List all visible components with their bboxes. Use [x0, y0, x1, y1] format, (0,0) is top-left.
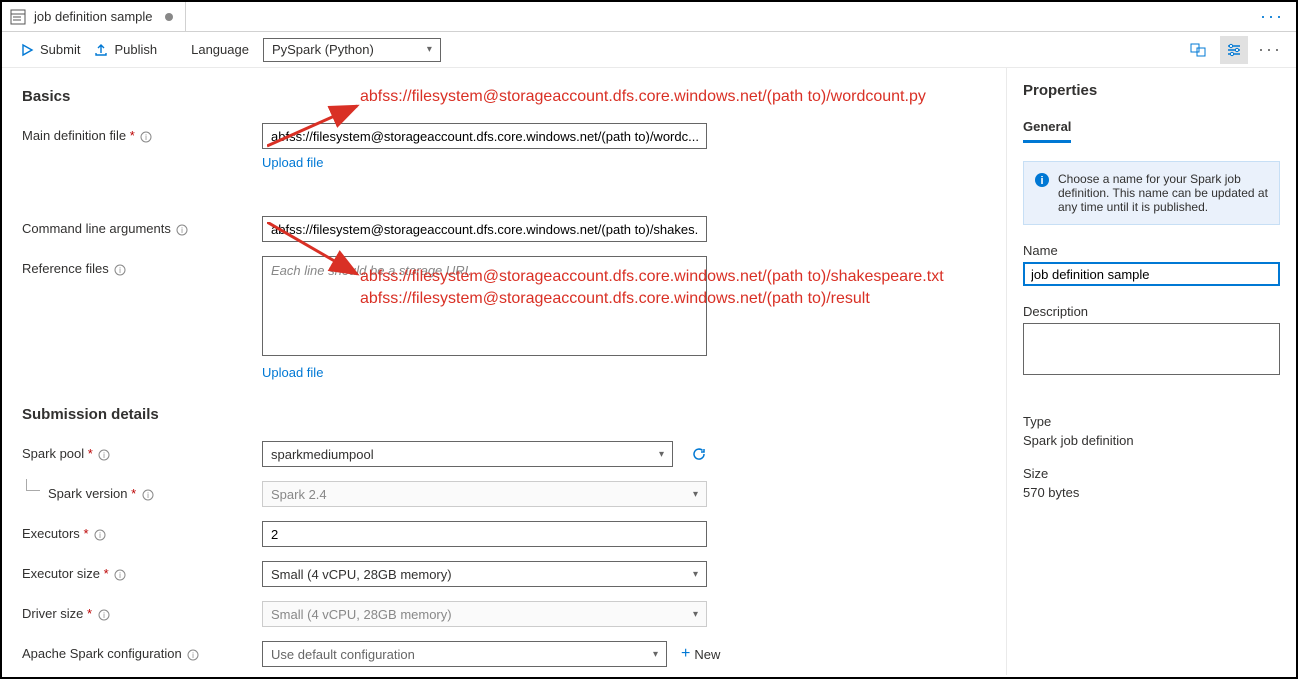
settings-icon — [1226, 42, 1242, 58]
main-definition-file-input[interactable] — [262, 123, 707, 149]
executor-size-select[interactable]: Small (4 vCPU, 28GB memory) ▾ — [262, 561, 707, 587]
more-icon: ··· — [1258, 39, 1282, 60]
related-button[interactable] — [1184, 36, 1212, 64]
info-icon: i — [1034, 172, 1050, 191]
chevron-down-icon: ▾ — [693, 489, 698, 500]
refresh-icon — [691, 446, 707, 462]
cli-arguments-input[interactable] — [262, 216, 707, 242]
svg-text:i: i — [99, 531, 101, 540]
info-icon[interactable]: i — [176, 224, 188, 236]
info-icon[interactable]: i — [140, 131, 152, 143]
publish-button[interactable]: Publish — [94, 42, 157, 57]
svg-text:i: i — [119, 266, 121, 275]
prop-type-value: Spark job definition — [1023, 433, 1280, 448]
publish-icon — [94, 43, 108, 57]
svg-text:i: i — [145, 133, 147, 142]
info-icon[interactable]: i — [98, 449, 110, 461]
properties-toggle-button[interactable] — [1220, 36, 1248, 64]
info-icon[interactable]: i — [94, 529, 106, 541]
cli-arguments-label: Command line arguments i — [22, 216, 262, 236]
tab-title: job definition sample — [34, 9, 153, 24]
prop-description-textarea[interactable] — [1023, 323, 1280, 375]
prop-size-value: 570 bytes — [1023, 485, 1280, 500]
spark-pool-label: Spark pool * i — [22, 441, 262, 461]
svg-text:i: i — [104, 451, 106, 460]
related-icon — [1190, 42, 1206, 58]
language-label: Language — [191, 42, 249, 57]
refresh-pool-button[interactable] — [691, 446, 707, 462]
driver-size-label: Driver size * i — [22, 601, 262, 621]
properties-panel: Properties General i Choose a name for y… — [1006, 68, 1296, 675]
plus-icon: + — [681, 648, 690, 660]
info-icon[interactable]: i — [114, 569, 126, 581]
svg-text:i: i — [1040, 175, 1043, 187]
chevron-down-icon: ▾ — [693, 609, 698, 620]
chevron-down-icon: ▾ — [427, 44, 432, 55]
prop-size-label: Size — [1023, 466, 1280, 481]
info-icon[interactable]: i — [187, 649, 199, 661]
titlebar: job definition sample ··· — [2, 2, 1296, 32]
prop-name-input[interactable] — [1023, 262, 1280, 286]
reference-files-label: Reference files i — [22, 256, 262, 276]
executor-size-label: Executor size * i — [22, 561, 262, 581]
tab-general[interactable]: General — [1023, 119, 1071, 143]
spark-version-label: Spark version * i — [22, 481, 262, 501]
more-options-button[interactable]: ··· — [1256, 36, 1284, 64]
main-form: abfss://filesystem@storageaccount.dfs.co… — [2, 68, 1006, 675]
unsaved-indicator-icon — [165, 13, 173, 21]
upload-main-file-link[interactable]: Upload file — [262, 155, 323, 170]
section-submission-title: Submission details — [22, 406, 986, 423]
svg-text:i: i — [119, 571, 121, 580]
svg-text:i: i — [103, 611, 105, 620]
info-callout: i Choose a name for your Spark job defin… — [1023, 161, 1280, 225]
executors-label: Executors * i — [22, 521, 262, 541]
main-definition-file-label: Main definition file * i — [22, 123, 262, 143]
spark-config-select[interactable]: Use default configuration ▾ — [262, 641, 667, 667]
chevron-down-icon: ▾ — [693, 569, 698, 580]
prop-description-label: Description — [1023, 304, 1280, 319]
reference-files-textarea[interactable] — [262, 256, 707, 356]
spark-config-label: Apache Spark configuration i — [22, 641, 262, 661]
view-configurations-link[interactable]: View configurations — [262, 673, 375, 675]
info-icon[interactable]: i — [98, 609, 110, 621]
chevron-down-icon: ▾ — [653, 649, 658, 660]
submit-button[interactable]: Submit — [20, 42, 80, 57]
properties-title: Properties — [1023, 82, 1280, 99]
new-config-button[interactable]: + New — [681, 647, 720, 662]
spark-job-icon — [10, 9, 26, 25]
info-icon[interactable]: i — [114, 264, 126, 276]
play-icon — [20, 43, 34, 57]
prop-type-label: Type — [1023, 414, 1280, 429]
svg-text:i: i — [147, 491, 149, 500]
language-select[interactable]: PySpark (Python) ▾ — [263, 38, 441, 62]
info-icon[interactable]: i — [142, 489, 154, 501]
toolbar: Submit Publish Language PySpark (Python)… — [2, 32, 1296, 68]
more-button[interactable]: ··· — [1256, 6, 1288, 27]
chevron-down-icon: ▾ — [659, 449, 664, 460]
spark-pool-select[interactable]: sparkmediumpool ▾ — [262, 441, 673, 467]
svg-text:i: i — [192, 651, 194, 660]
tab-job-definition[interactable]: job definition sample — [10, 2, 186, 31]
upload-reference-files-link[interactable]: Upload file — [262, 365, 323, 380]
prop-name-label: Name — [1023, 243, 1280, 258]
section-basics-title: Basics — [22, 88, 986, 105]
driver-size-select: Small (4 vCPU, 28GB memory) ▾ — [262, 601, 707, 627]
svg-text:i: i — [182, 226, 184, 235]
executors-input[interactable] — [262, 521, 707, 547]
spark-version-select: Spark 2.4 ▾ — [262, 481, 707, 507]
